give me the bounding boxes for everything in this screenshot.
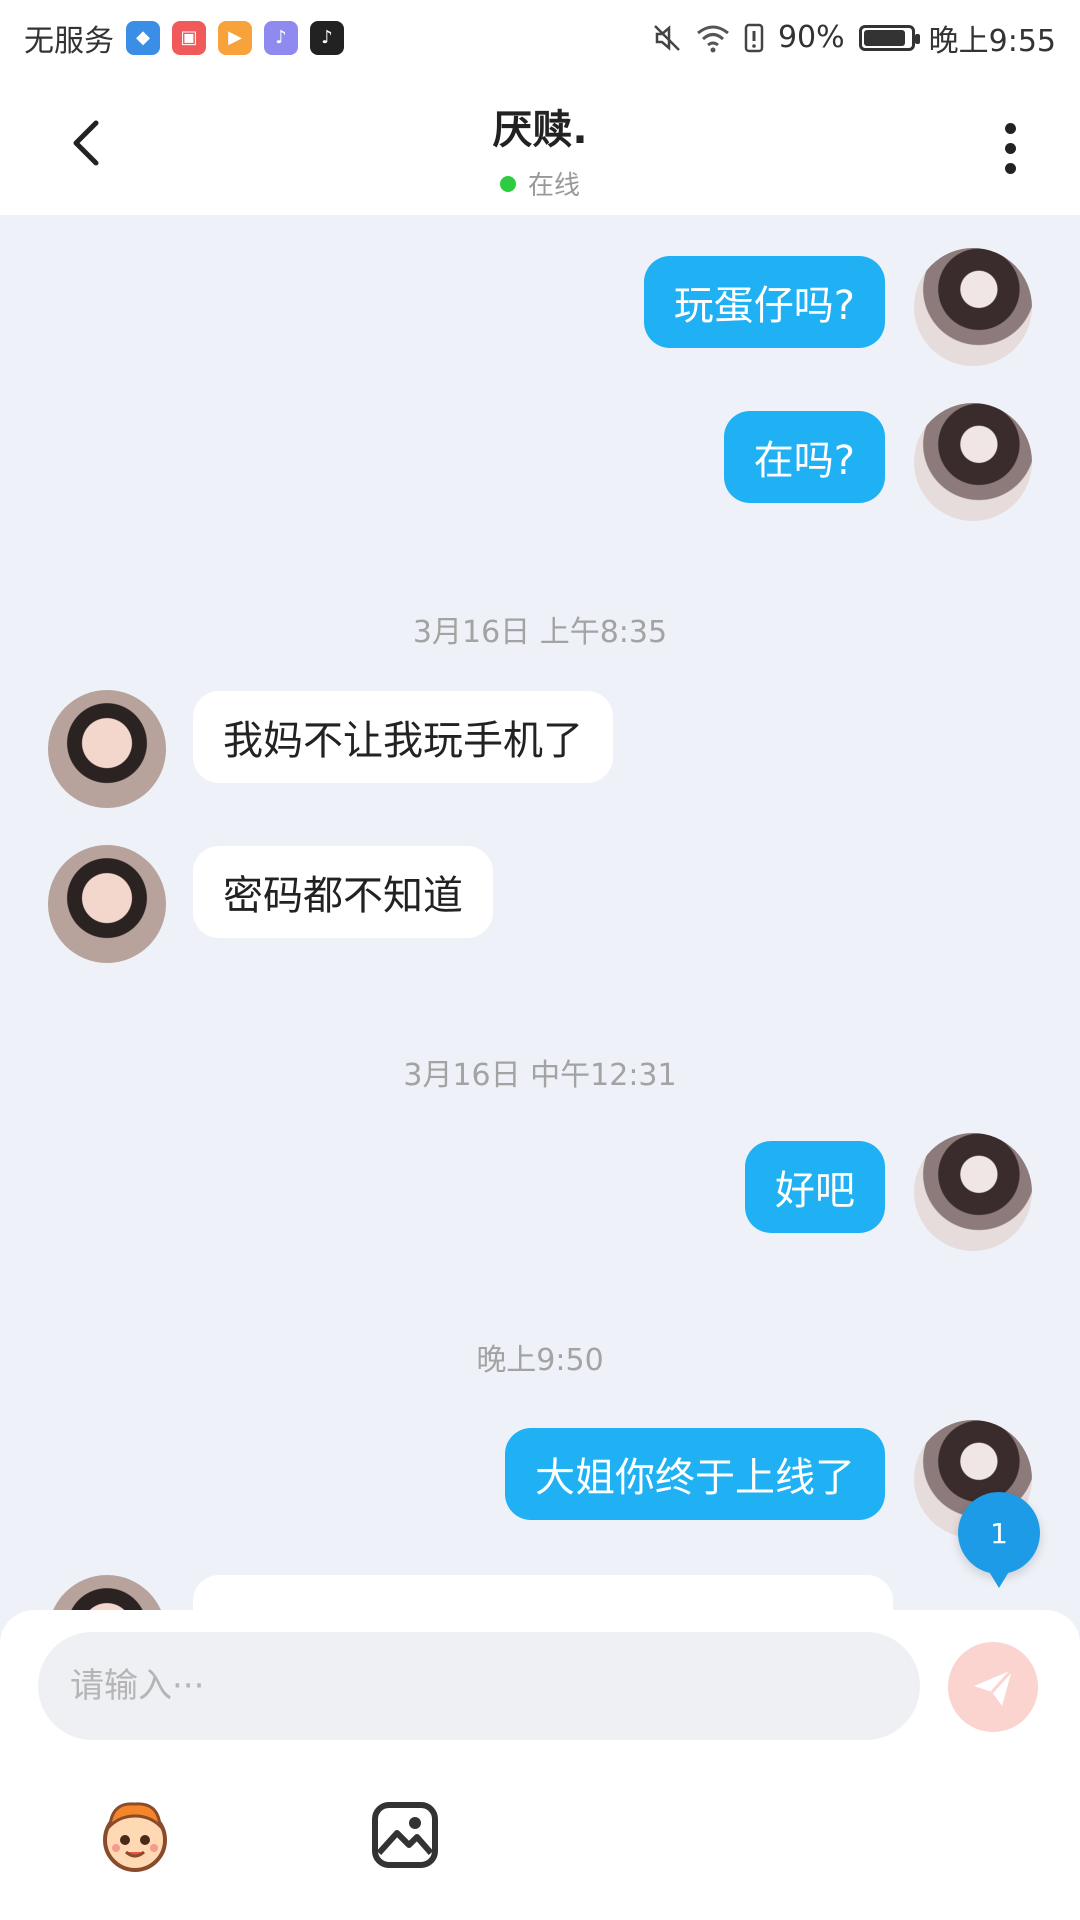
my-avatar[interactable]	[914, 248, 1032, 366]
contact-avatar[interactable]	[48, 1575, 166, 1610]
carrier-text: 无服务	[24, 23, 114, 59]
message-bubble[interactable]: 大姐你终于上线了	[505, 1428, 885, 1520]
unread-count-badge[interactable]: 1	[958, 1492, 1040, 1588]
send-plane-icon	[974, 1668, 1014, 1706]
message-input[interactable]	[38, 1632, 920, 1740]
message-bubble[interactable]: 玩蛋仔吗?	[643, 256, 885, 348]
video-app-icon: ▶	[218, 20, 252, 55]
my-avatar[interactable]	[914, 1133, 1032, 1251]
status-bar: 无服务 ◆ ▣ ▶ ♪ ♪ 90% 晚上9:55	[0, 0, 1080, 75]
input-panel	[0, 1610, 1080, 1920]
message-row-sent: 好吧	[0, 1133, 1080, 1253]
message-bubble[interactable]: 在吗?	[723, 411, 885, 503]
message-row-received	[0, 1575, 1080, 1610]
more-options-button[interactable]	[980, 113, 1040, 183]
contact-avatar[interactable]	[48, 690, 166, 808]
message-list[interactable]: 玩蛋仔吗? 在吗? 3月16日 上午8:35 我妈不让我玩手机了 密码都不知道 …	[0, 215, 1080, 1610]
mute-icon	[654, 24, 680, 51]
message-row-sent: 大姐你终于上线了	[0, 1420, 1080, 1540]
image-button[interactable]	[360, 1790, 450, 1880]
online-status-text: 在线	[527, 171, 580, 201]
contact-name: 厌赎.	[492, 107, 588, 153]
clock: 晚上9:55	[928, 23, 1056, 59]
message-row-received: 密码都不知道	[0, 845, 1080, 965]
emoji-face-icon	[103, 1802, 167, 1872]
message-bubble[interactable]: 我妈不让我玩手机了	[193, 691, 613, 783]
message-row-received: 我妈不让我玩手机了	[0, 690, 1080, 810]
send-button[interactable]	[948, 1642, 1038, 1732]
message-bubble[interactable]: 密码都不知道	[193, 846, 493, 938]
online-status: 在线	[499, 165, 580, 202]
my-avatar[interactable]	[914, 403, 1032, 521]
battery-icon	[858, 24, 920, 51]
wifi-icon	[697, 25, 729, 52]
message-bubble[interactable]: 好吧	[745, 1141, 885, 1233]
sim-alert-icon	[744, 23, 764, 52]
message-row-sent: 在吗?	[0, 403, 1080, 523]
chat-screen: 无服务 ◆ ▣ ▶ ♪ ♪ 90% 晚上9:55 厌赎. 在线 玩蛋仔吗? 在吗…	[0, 0, 1080, 1920]
online-dot-icon	[499, 175, 516, 192]
message-bubble-partial[interactable]	[193, 1575, 893, 1610]
shield-app-icon: ◆	[126, 20, 160, 55]
tiktok-icon: ♪	[310, 20, 344, 55]
contact-avatar[interactable]	[48, 845, 166, 963]
chat-header: 厌赎. 在线	[0, 75, 1080, 215]
message-row-sent: 玩蛋仔吗?	[0, 248, 1080, 368]
emoji-button[interactable]	[90, 1790, 180, 1880]
timestamp: 晚上9:50	[476, 1343, 604, 1378]
battery-percent: 90%	[777, 20, 845, 55]
timestamp: 3月16日 中午12:31	[403, 1058, 677, 1093]
huawei-store-icon: ▣	[172, 20, 206, 55]
timestamp: 3月16日 上午8:35	[412, 615, 668, 650]
image-icon	[372, 1802, 438, 1868]
music-app-icon: ♪	[264, 20, 298, 55]
